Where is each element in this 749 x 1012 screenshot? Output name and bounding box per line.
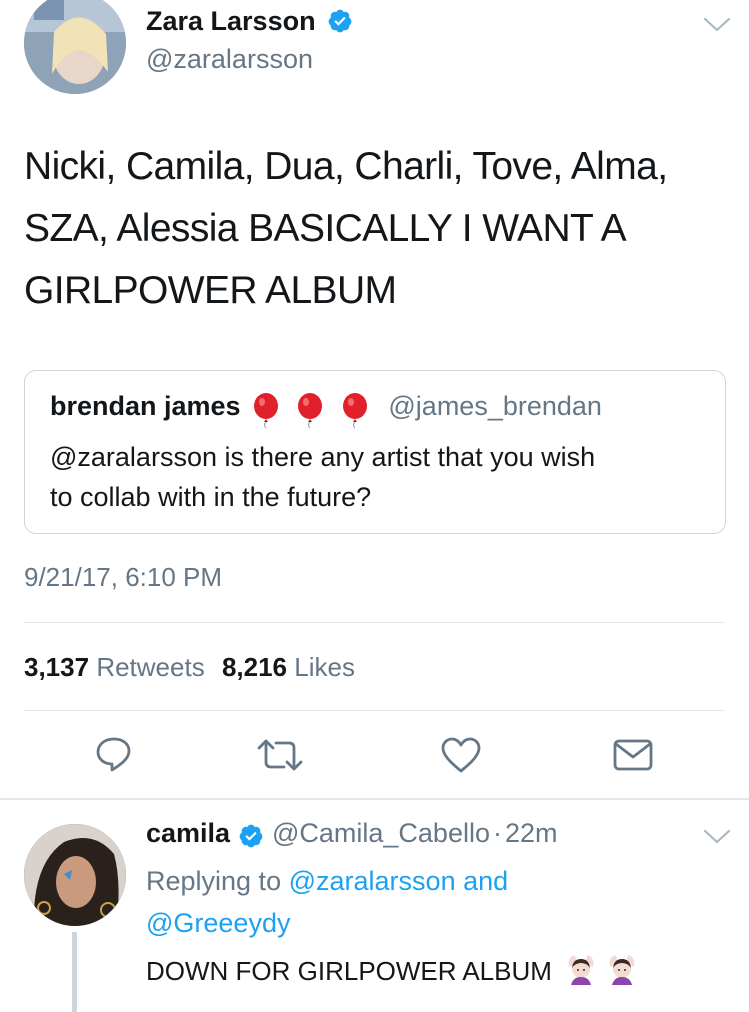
tweet-stats: 3,137 Retweets 8,216 Likes [24,652,355,683]
likes-count: 8,216 [221,652,288,682]
retweets-count: 3,137 [24,652,90,682]
message-button[interactable] [612,738,654,772]
likes-label: Likes [294,652,355,682]
quoted-tweet-card[interactable]: brendan james @james_brendan @zaralarsso… [24,370,726,534]
quoted-text-line: to collab with in the future? [50,482,372,512]
replying-to-link[interactable]: @Greeeydy [146,908,290,938]
retweets-stat[interactable]: 3,137 Retweets [24,652,212,682]
tweet-text-line: Nicki, Camila, Dua, Charli, Tove, Alma, [24,145,668,188]
author-handle[interactable]: @zaralarsson [146,44,313,75]
woman-gesturing-ok-icon [609,955,635,986]
reply-author-avatar[interactable] [24,824,126,926]
balloon-icon [254,392,279,429]
reply-button[interactable] [94,734,134,774]
avatar-image [24,824,126,926]
verified-badge-icon [328,9,352,33]
replying-prefix: Replying to [146,866,282,896]
like-icon [441,737,481,773]
author-name-text: Zara Larsson [146,6,316,36]
quoted-text-line: @zaralarsson is there any artist that yo… [50,442,596,472]
meta-separator: · [492,818,502,848]
reply-icon [96,737,131,772]
retweets-label: Retweets [96,652,205,682]
section-separator [0,798,749,800]
retweet-icon [257,739,303,771]
message-icon [613,739,653,771]
tweet-text-line: SZA, Alessia BASICALLY I WANT A [24,207,627,250]
woman-gesturing-ok-icon [568,955,594,986]
avatar-image [24,0,126,94]
reply-tweet-text: DOWN FOR GIRLPOWER ALBUM [146,955,638,987]
reply-header: camila @Camila_Cabello · 22m [146,818,558,849]
quoted-author-handle: @james_brendan [388,391,602,421]
divider [24,622,725,623]
author-name[interactable]: Zara Larsson [146,6,353,37]
quoted-tweet-text: @zaralarsson is there any artist that yo… [50,437,710,517]
tweet-text: Nicki, Camila, Dua, Charli, Tove, Alma, … [24,136,734,322]
chevron-down-icon[interactable] [702,16,732,34]
verified-badge-icon [239,824,262,848]
reply-time-ago[interactable]: 22m [505,818,558,848]
tweet-text-line: GIRLPOWER ALBUM [24,269,397,312]
reply-text: DOWN FOR GIRLPOWER ALBUM [146,956,552,986]
thread-line [72,932,77,1012]
author-avatar[interactable] [24,0,126,94]
reply-author-name[interactable]: camila [146,818,230,848]
divider [24,710,725,711]
likes-stat[interactable]: 8,216 Likes [222,652,355,682]
tweet-timestamp[interactable]: 9/21/17, 6:10 PM [24,562,222,593]
quoted-author-name: brendan james [50,391,241,421]
balloon-icon [342,392,367,429]
retweet-button[interactable] [256,736,304,774]
replying-to-link[interactable]: @zaralarsson and [289,866,509,896]
reply-author-handle[interactable]: @Camila_Cabello [272,818,490,848]
chevron-down-icon[interactable] [702,828,732,846]
replying-to: Replying to @zaralarsson and @Greeeydy [146,860,706,944]
like-button[interactable] [440,736,482,774]
balloon-icon [298,392,323,429]
